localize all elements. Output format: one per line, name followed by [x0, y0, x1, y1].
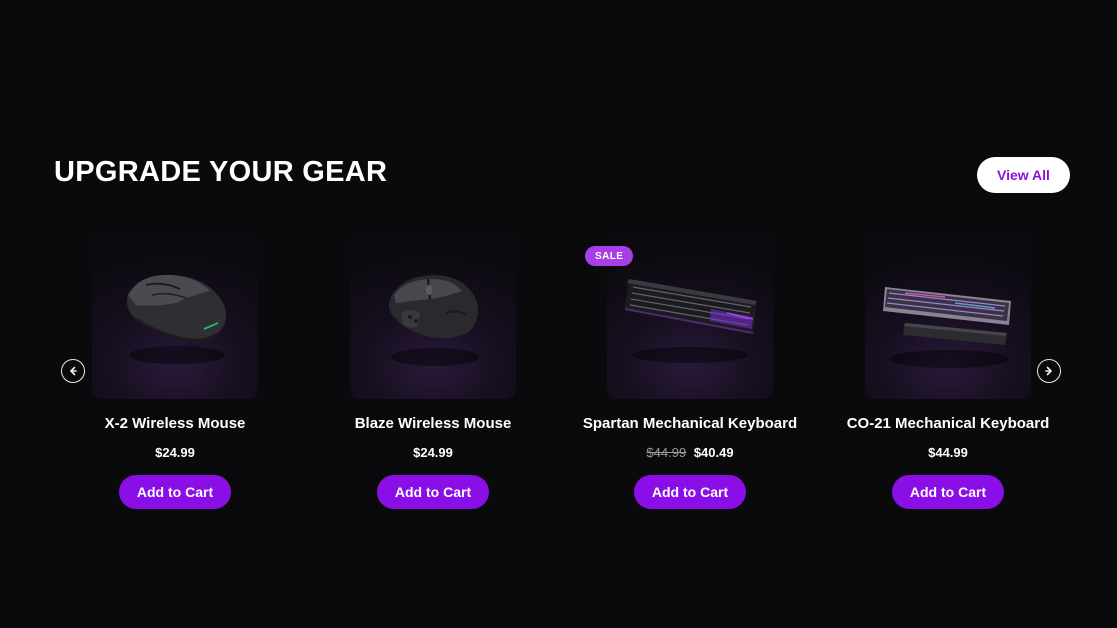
product-price-row: $24.99 [304, 445, 562, 460]
product-card[interactable]: CO-21 Mechanical Keyboard $44.99 Add to … [819, 233, 1077, 523]
product-price: $44.99 [928, 445, 968, 460]
product-name[interactable]: X-2 Wireless Mouse [46, 415, 304, 432]
product-price-row: $44.99 [819, 445, 1077, 460]
product-card[interactable]: SALE Spartan Mechanical Keyboard $44.99 … [561, 233, 819, 523]
gaming-mouse-image [388, 275, 479, 366]
wireless-mouse-image [127, 274, 226, 364]
product-price-row: $44.99 $40.49 [561, 445, 819, 460]
product-image[interactable] [92, 233, 258, 399]
add-to-cart-button[interactable]: Add to Cart [119, 475, 231, 509]
add-to-cart-button[interactable]: Add to Cart [377, 475, 489, 509]
product-price-row: $24.99 [46, 445, 304, 460]
section-title: UPGRADE YOUR GEAR [54, 156, 388, 188]
product-name[interactable]: Spartan Mechanical Keyboard [561, 415, 819, 432]
add-to-cart-button[interactable]: Add to Cart [892, 475, 1004, 509]
sale-badge: SALE [585, 246, 634, 266]
product-image[interactable] [350, 233, 516, 399]
product-carousel-section: UPGRADE YOUR GEAR View All X-2 Wireless … [0, 0, 1117, 628]
view-all-button[interactable]: View All [977, 157, 1070, 193]
keyboard-with-wrist-rest-image [883, 287, 1011, 368]
product-card[interactable]: Blaze Wireless Mouse $24.99 Add to Cart [304, 233, 562, 523]
product-price: $24.99 [155, 445, 195, 460]
add-to-cart-button[interactable]: Add to Cart [634, 475, 746, 509]
product-card[interactable]: X-2 Wireless Mouse $24.99 Add to Cart [46, 233, 304, 523]
product-original-price: $44.99 [646, 445, 687, 460]
product-price: $24.99 [413, 445, 453, 460]
product-price: $40.49 [693, 445, 734, 460]
product-name[interactable]: CO-21 Mechanical Keyboard [819, 415, 1077, 432]
product-image[interactable] [865, 233, 1031, 399]
product-name[interactable]: Blaze Wireless Mouse [304, 415, 562, 432]
